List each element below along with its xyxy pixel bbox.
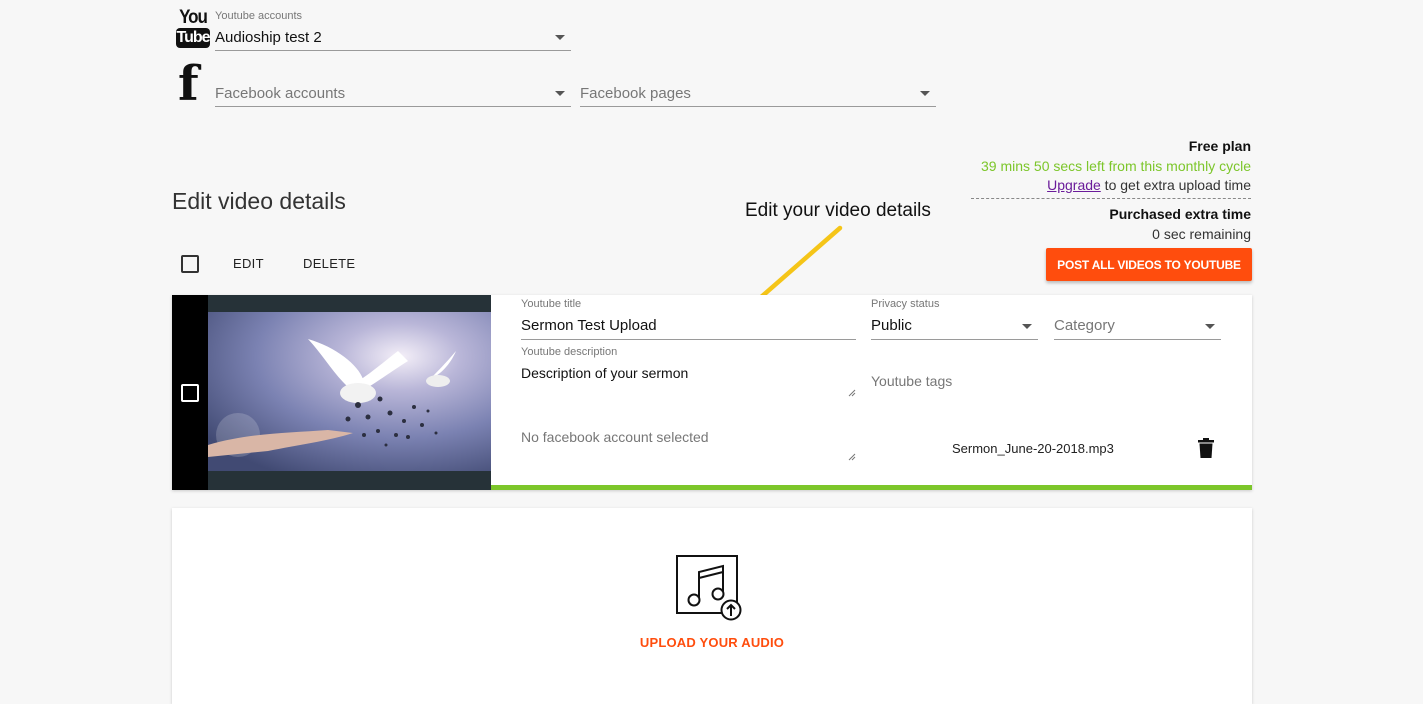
youtube-account-value: Audioship test 2 [215,29,322,46]
youtube-tags-placeholder: Youtube tags [871,373,953,389]
music-upload-icon[interactable] [675,554,745,624]
facebook-pages-placeholder: Facebook pages [580,85,691,102]
youtube-title-label: Youtube title [521,298,582,310]
resize-handle-icon[interactable] [848,389,856,397]
post-all-videos-button[interactable]: POST ALL VIDEOS TO YOUTUBE [1046,248,1252,281]
facebook-accounts-placeholder: Facebook accounts [215,85,346,102]
upgrade-link[interactable]: Upgrade [1047,177,1101,193]
youtube-title-value: Sermon Test Upload [521,317,657,334]
facebook-pages-select[interactable]: Facebook pages [580,70,936,107]
chevron-down-icon [920,91,930,96]
edit-button[interactable]: EDIT [233,256,264,271]
plan-name: Free plan [1188,138,1251,154]
video-select-checkbox[interactable] [181,384,199,402]
privacy-status-select[interactable]: Privacy status Public [871,295,1038,340]
annotation-text: Edit your video details [745,200,931,221]
chevron-down-icon [555,91,565,96]
youtube-account-label: Youtube accounts [215,10,303,22]
facebook-logo-icon: f [178,56,199,112]
plan-upgrade-line: Upgrade to get extra upload time [971,176,1251,194]
facebook-description-textarea[interactable]: No facebook account selected [521,429,856,461]
extra-time-remaining: 0 sec remaining [1152,226,1251,242]
upload-progress-bar [491,485,1252,490]
youtube-description-textarea[interactable]: Youtube description Description of your … [521,345,856,397]
youtube-description-label: Youtube description [521,346,618,358]
facebook-accounts-select[interactable]: Facebook accounts [215,70,571,107]
category-placeholder: Category [1054,317,1115,334]
trash-icon[interactable] [1198,438,1214,458]
youtube-title-field[interactable]: Youtube title Sermon Test Upload [521,295,856,340]
upload-audio-label[interactable]: UPLOAD YOUR AUDIO [172,635,1252,650]
privacy-status-value: Public [871,317,912,334]
chevron-down-icon [555,35,565,40]
privacy-status-label: Privacy status [871,298,940,310]
dove-image [208,312,491,471]
facebook-description-placeholder: No facebook account selected [521,429,709,445]
youtube-logo-tube: Tube [176,28,211,48]
video-thumbnail [208,295,491,490]
extra-time-title: Purchased extra time [1109,206,1251,222]
select-all-checkbox[interactable] [181,255,199,273]
youtube-logo-you: You [179,5,208,28]
chevron-down-icon [1022,324,1032,329]
video-card-select-bar [172,295,208,490]
youtube-account-select[interactable]: Youtube accounts Audioship test 2 [215,8,571,51]
page-title: Edit video details [172,188,346,214]
plan-time-left: 39 mins 50 secs left from this monthly c… [981,158,1251,174]
youtube-logo-icon: You Tube [176,5,211,50]
upgrade-text: to get extra upload time [1100,177,1251,193]
chevron-down-icon [1205,324,1215,329]
plan-info: Free plan 39 mins 50 secs left from this… [971,137,1251,244]
youtube-tags-input[interactable]: Youtube tags [871,373,1221,399]
audio-filename: Sermon_June-20-2018.mp3 [952,441,1114,456]
category-select[interactable]: Category [1054,295,1221,340]
upload-audio-card[interactable]: UPLOAD YOUR AUDIO [172,508,1252,704]
video-card: Youtube title Sermon Test Upload Privacy… [172,295,1252,490]
plan-divider [971,198,1251,199]
resize-handle-icon[interactable] [848,453,856,461]
youtube-description-value: Description of your sermon [521,365,689,381]
delete-button[interactable]: DELETE [303,256,355,271]
